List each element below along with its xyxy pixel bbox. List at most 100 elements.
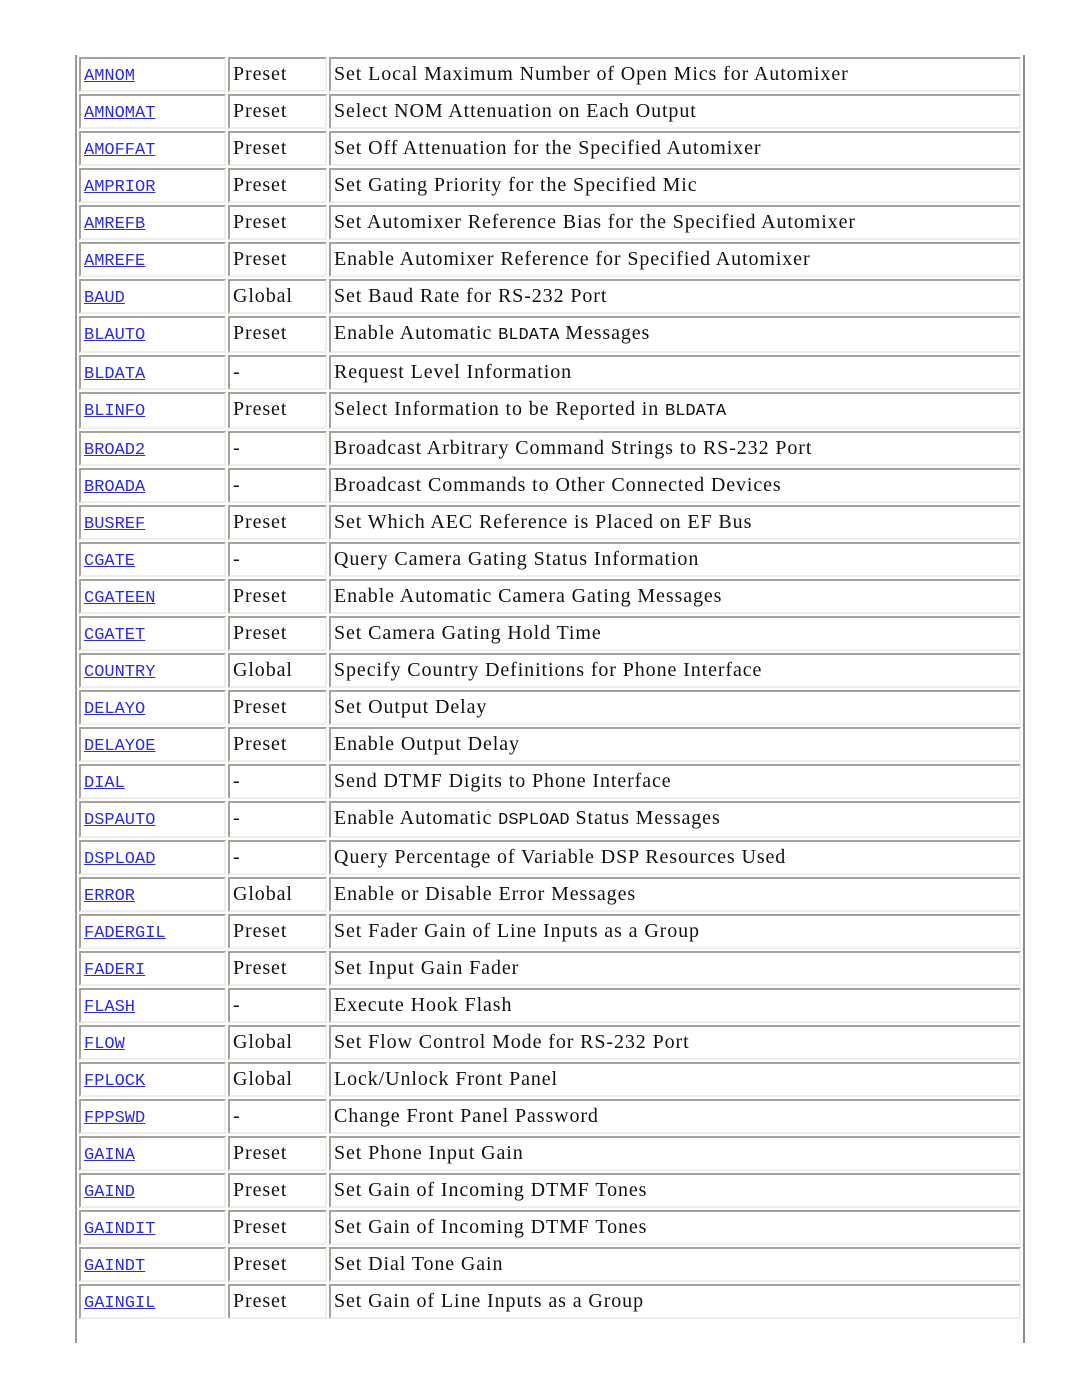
description-cell: Enable or Disable Error Messages xyxy=(329,877,1021,912)
description-cell: Set Baud Rate for RS-232 Port xyxy=(329,279,1021,314)
command-link[interactable]: DIAL xyxy=(84,772,125,796)
description-text: Set Fader Gain of Line Inputs as a Group xyxy=(334,920,700,942)
description-cell: Lock/Unlock Front Panel xyxy=(329,1062,1021,1097)
command-cell: DSPAUTO xyxy=(79,801,226,838)
command-link[interactable]: FADERGIL xyxy=(84,922,166,946)
command-link[interactable]: FLASH xyxy=(84,996,135,1020)
command-link[interactable]: DELAYO xyxy=(84,698,145,722)
command-link[interactable]: FLOW xyxy=(84,1033,125,1057)
description-cell: Set Gain of Incoming DTMF Tones xyxy=(329,1210,1021,1245)
table-row: FLASH - Execute Hook Flash xyxy=(79,988,1021,1023)
table-row: AMOFFAT Preset Set Off Attenuation for the… xyxy=(79,131,1021,166)
description-text: Set Automixer Reference Bias for the Spe… xyxy=(334,211,856,233)
command-link[interactable]: AMNOMAT xyxy=(84,102,155,126)
command-link[interactable]: FPLOCK xyxy=(84,1070,145,1094)
command-link[interactable]: AMREFE xyxy=(84,250,145,274)
command-link[interactable]: CGATEEN xyxy=(84,587,155,611)
command-link[interactable]: GAIND xyxy=(84,1181,135,1205)
table-row: FPLOCK Global Lock/Unlock Front Panel xyxy=(79,1062,1021,1097)
description-text: Enable Output Delay xyxy=(334,733,520,755)
scope-cell: Preset xyxy=(228,727,327,762)
scope-cell: Preset xyxy=(228,316,327,353)
table-row: GAINA Preset Set Phone Input Gain xyxy=(79,1136,1021,1171)
command-cell: AMNOM xyxy=(79,57,226,92)
command-link[interactable]: BLAUTO xyxy=(84,324,145,348)
command-link[interactable]: BLDATA xyxy=(84,363,145,387)
description-cell: Set Automixer Reference Bias for the Spe… xyxy=(329,205,1021,240)
description-text: Lock/Unlock Front Panel xyxy=(334,1068,559,1090)
command-link[interactable]: BROADA xyxy=(84,476,145,500)
command-cell: BLAUTO xyxy=(79,316,226,353)
scope-cell: Global xyxy=(228,1062,327,1097)
scope-cell: Preset xyxy=(228,951,327,986)
description-cell: Change Front Panel Password xyxy=(329,1099,1021,1134)
command-link[interactable]: AMREFB xyxy=(84,213,145,237)
scope-cell: Preset xyxy=(228,579,327,614)
command-link[interactable]: COUNTRY xyxy=(84,661,155,685)
command-link[interactable]: DELAYOE xyxy=(84,735,155,759)
scope-cell: Preset xyxy=(228,616,327,651)
command-cell: BUSREF xyxy=(79,505,226,540)
inline-command-code: BLDATA xyxy=(498,326,560,345)
description-cell: Set Gain of Incoming DTMF Tones xyxy=(329,1173,1021,1208)
description-cell: Set Dial Tone Gain xyxy=(329,1247,1021,1282)
table-row: CGATEEN Preset Enable Automatic Camera Gat… xyxy=(79,579,1021,614)
command-link[interactable]: BROAD2 xyxy=(84,439,145,463)
description-text: Select NOM Attenuation on Each Output xyxy=(334,100,697,122)
description-cell: Broadcast Arbitrary Command Strings to R… xyxy=(329,431,1021,466)
table-row: GAIND Preset Set Gain of Incoming DTMF Ton… xyxy=(79,1173,1021,1208)
description-text: Request Level Information xyxy=(334,361,572,383)
command-link[interactable]: DSPLOAD xyxy=(84,848,155,872)
table-row: COUNTRY Global Specify Country Definitions… xyxy=(79,653,1021,688)
scope-cell: Preset xyxy=(228,1247,327,1282)
command-link[interactable]: FPPSWD xyxy=(84,1107,145,1131)
description-text: Enable Automatic xyxy=(334,322,499,344)
command-link[interactable]: FADERI xyxy=(84,959,145,983)
description-text: Set Which AEC Reference is Placed on EF … xyxy=(334,511,753,533)
command-cell: GAINGIL xyxy=(79,1284,226,1319)
scope-cell: Preset xyxy=(228,57,327,92)
table-row: AMREFB Preset Set Automixer Reference Bias… xyxy=(79,205,1021,240)
command-link[interactable]: BAUD xyxy=(84,287,125,311)
command-link[interactable]: GAINDIT xyxy=(84,1218,155,1242)
command-link[interactable]: GAINDT xyxy=(84,1255,145,1279)
command-link[interactable]: DSPAUTO xyxy=(84,809,155,833)
description-cell: Set Which AEC Reference is Placed on EF … xyxy=(329,505,1021,540)
table-row: DSPAUTO - Enable Automatic DSPLOAD Status … xyxy=(79,801,1021,838)
scope-cell: - xyxy=(228,1099,327,1134)
description-text: Set Dial Tone Gain xyxy=(334,1253,504,1275)
scope-cell: Preset xyxy=(228,1173,327,1208)
command-cell: FPPSWD xyxy=(79,1099,226,1134)
table-row: AMNOM Preset Set Local Maximum Number of O… xyxy=(79,57,1021,92)
scope-cell: Global xyxy=(228,653,327,688)
description-cell: Set Off Attenuation for the Specified Au… xyxy=(329,131,1021,166)
description-text: Set Flow Control Mode for RS-232 Port xyxy=(334,1031,690,1053)
command-link[interactable]: CGATE xyxy=(84,550,135,574)
description-cell: Send DTMF Digits to Phone Interface xyxy=(329,764,1021,799)
table-row: DIAL - Send DTMF Digits to Phone Interface xyxy=(79,764,1021,799)
command-link[interactable]: BLINFO xyxy=(84,400,145,424)
command-link[interactable]: GAINA xyxy=(84,1144,135,1168)
command-cell: BROAD2 xyxy=(79,431,226,466)
command-link[interactable]: ERROR xyxy=(84,885,135,909)
table-row: GAINDIT Preset Set Gain of Incoming DTMF T… xyxy=(79,1210,1021,1245)
command-cell: DSPLOAD xyxy=(79,840,226,875)
command-cell: FPLOCK xyxy=(79,1062,226,1097)
description-text: Broadcast Commands to Other Connected De… xyxy=(334,474,782,496)
scope-cell: Global xyxy=(228,877,327,912)
table-row: FADERGIL Preset Set Fader Gain of Line Inp… xyxy=(79,914,1021,949)
table-row: FADERI Preset Set Input Gain Fader xyxy=(79,951,1021,986)
command-cell: COUNTRY xyxy=(79,653,226,688)
command-link[interactable]: AMNOM xyxy=(84,65,135,89)
command-link[interactable]: BUSREF xyxy=(84,513,145,537)
command-link[interactable]: CGATET xyxy=(84,624,145,648)
command-link[interactable]: AMPRIOR xyxy=(84,176,155,200)
command-cell: DELAYOE xyxy=(79,727,226,762)
table-row: GAINDT Preset Set Dial Tone Gain xyxy=(79,1247,1021,1282)
command-table: AMNOM Preset Set Local Maximum Number of O… xyxy=(77,55,1023,1321)
command-link[interactable]: GAINGIL xyxy=(84,1292,155,1316)
scope-cell: - xyxy=(228,542,327,577)
description-cell: Set Fader Gain of Line Inputs as a Group xyxy=(329,914,1021,949)
description-cell: Set Phone Input Gain xyxy=(329,1136,1021,1171)
command-link[interactable]: AMOFFAT xyxy=(84,139,155,163)
